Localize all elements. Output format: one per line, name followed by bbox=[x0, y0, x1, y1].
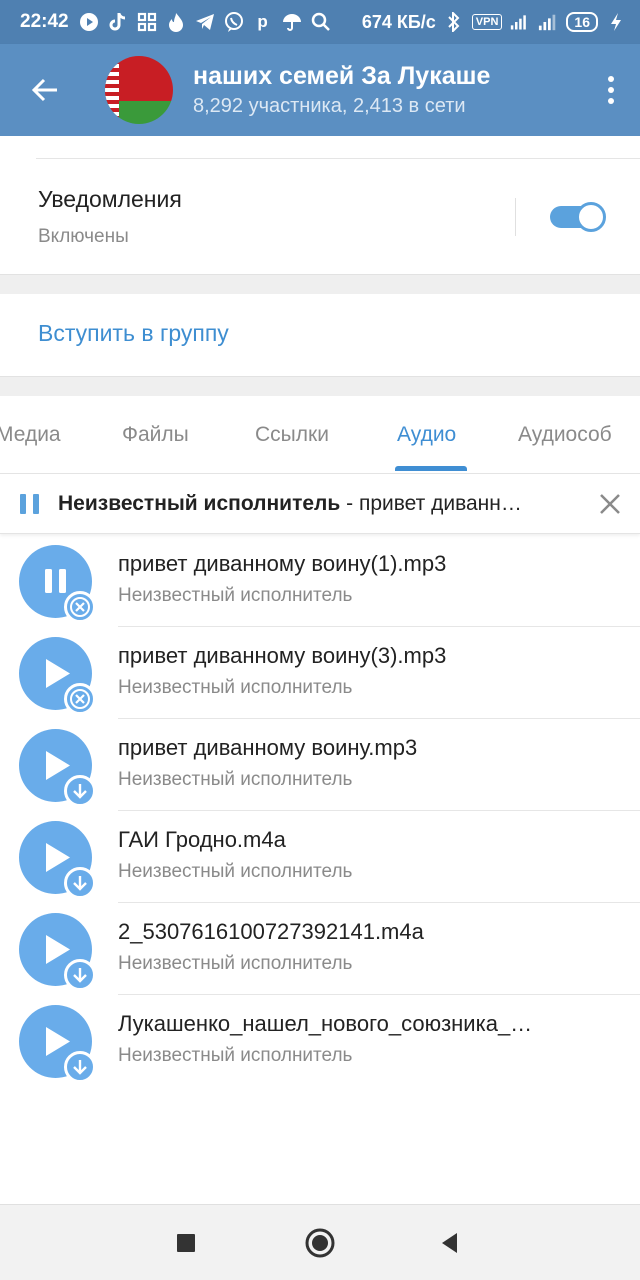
bluetooth-icon bbox=[444, 12, 464, 32]
download-button[interactable] bbox=[64, 775, 96, 807]
chat-subtitle: 8,292 участника, 2,413 в сети bbox=[193, 95, 466, 117]
back-button[interactable] bbox=[0, 44, 90, 136]
p-icon: p bbox=[257, 12, 268, 31]
triangle-back-icon bbox=[442, 1233, 457, 1253]
flag-ornament bbox=[105, 56, 119, 124]
tab-media[interactable]: Медиа bbox=[0, 423, 61, 447]
tiktok-icon bbox=[108, 12, 128, 32]
umbrella-icon bbox=[282, 12, 302, 32]
audio-artist: Неизвестный исполнитель bbox=[118, 585, 353, 606]
audio-list-item[interactable]: привет диванному воину.mp3 Неизвестный ис… bbox=[0, 719, 640, 811]
tab-files[interactable]: Файлы bbox=[122, 423, 189, 447]
audio-list-item[interactable]: привет диванному воину(3).mp3 Неизвестный… bbox=[0, 627, 640, 719]
tab-audiobooks[interactable]: Аудиособ bbox=[518, 423, 612, 447]
tab-links[interactable]: Ссылки bbox=[255, 423, 329, 447]
audio-artist: Неизвестный исполнитель bbox=[118, 769, 353, 790]
audio-artist: Неизвестный исполнитель bbox=[118, 1045, 353, 1066]
circle-icon bbox=[305, 1228, 335, 1258]
status-time: 22:42 bbox=[20, 11, 69, 32]
close-icon bbox=[600, 494, 620, 514]
notifications-title: Уведомления bbox=[38, 186, 182, 212]
battery-indicator: 16 bbox=[566, 12, 598, 32]
audio-title: ГАИ Гродно.m4a bbox=[118, 827, 286, 852]
active-tab-indicator bbox=[395, 466, 467, 471]
cancel-icon bbox=[70, 689, 90, 709]
section-gap bbox=[0, 274, 640, 294]
audio-player-bar[interactable]: Неизвестный исполнитель - привет диванн… bbox=[0, 474, 640, 534]
tab-audio[interactable]: Аудио bbox=[397, 423, 456, 447]
signal-icon bbox=[510, 12, 530, 32]
wifi-icon bbox=[538, 12, 558, 32]
back-nav-button[interactable] bbox=[432, 1225, 468, 1261]
more-dot bbox=[608, 87, 614, 93]
notifications-status: Включены bbox=[38, 226, 129, 247]
player-close-button[interactable] bbox=[596, 490, 624, 518]
charging-icon bbox=[606, 12, 626, 32]
app-bar: наших семей За Лукаше 8,292 участника, 2… bbox=[0, 44, 640, 136]
media-tabs: Медиа Файлы Ссылки Аудио Аудиособ bbox=[0, 396, 640, 474]
download-button[interactable] bbox=[64, 867, 96, 899]
cancel-download-button[interactable] bbox=[64, 591, 96, 623]
telegram-icon bbox=[195, 12, 215, 32]
download-button[interactable] bbox=[64, 1051, 96, 1083]
more-menu-button[interactable] bbox=[582, 44, 640, 136]
arrow-down-icon bbox=[73, 968, 87, 983]
arrow-down-icon bbox=[73, 1060, 87, 1075]
section-gap bbox=[0, 376, 640, 396]
network-speed: 674 КБ/с bbox=[361, 11, 436, 32]
audio-artist: Неизвестный исполнитель bbox=[118, 677, 353, 698]
viber-icon bbox=[224, 12, 244, 32]
join-group-button[interactable]: Вступить в группу bbox=[38, 320, 229, 347]
notifications-toggle[interactable] bbox=[550, 202, 606, 232]
audio-title: привет диванному воину(1).mp3 bbox=[118, 551, 447, 576]
divider bbox=[515, 198, 516, 236]
audio-list-item[interactable]: привет диванному воину(1).mp3 Неизвестный… bbox=[0, 535, 640, 627]
audio-list-item[interactable]: Лукашенко_нашел_нового_союзника_… Неизвес… bbox=[0, 995, 640, 1087]
notifications-row[interactable]: Уведомления Включены bbox=[0, 136, 640, 274]
pause-bar bbox=[33, 494, 39, 514]
audio-list: привет диванному воину(1).mp3 Неизвестный… bbox=[0, 535, 640, 1087]
group-avatar[interactable] bbox=[105, 56, 173, 124]
player-separator: - bbox=[340, 492, 359, 515]
square-icon bbox=[177, 1234, 195, 1252]
audio-title: привет диванному воину(3).mp3 bbox=[118, 643, 447, 668]
arrow-down-icon bbox=[73, 784, 87, 799]
chat-header[interactable]: наших семей За Лукаше 8,292 участника, 2… bbox=[193, 62, 582, 118]
download-button[interactable] bbox=[64, 959, 96, 991]
player-now-playing[interactable]: Неизвестный исполнитель - привет диванн… bbox=[58, 492, 578, 516]
pause-bar bbox=[20, 494, 26, 514]
player-track: привет диванн… bbox=[358, 492, 522, 515]
audio-artist: Неизвестный исполнитель bbox=[118, 953, 353, 974]
youtube-icon bbox=[79, 12, 99, 32]
more-dot bbox=[608, 76, 614, 82]
grid-icon bbox=[137, 12, 157, 32]
divider bbox=[36, 158, 640, 159]
audio-title: привет диванному воину.mp3 bbox=[118, 735, 418, 760]
cancel-icon bbox=[70, 597, 90, 617]
chat-title: наших семей За Лукаше bbox=[193, 62, 491, 90]
audio-title: Лукашенко_нашел_нового_союзника_… bbox=[118, 1011, 533, 1036]
audio-artist: Неизвестный исполнитель bbox=[118, 861, 353, 882]
join-group-row[interactable]: Вступить в группу bbox=[0, 294, 640, 376]
recents-button[interactable] bbox=[168, 1225, 204, 1261]
search-icon bbox=[311, 12, 331, 32]
vpn-badge: VPN bbox=[471, 14, 503, 30]
arrow-left-icon bbox=[31, 78, 57, 102]
system-nav-bar bbox=[0, 1204, 640, 1280]
fire-icon bbox=[166, 12, 186, 32]
audio-list-item[interactable]: 2_5307616100727392141.m4a Неизвестный исп… bbox=[0, 903, 640, 995]
status-bar: 22:42 p 674 КБ/с VPN 16 bbox=[0, 0, 640, 44]
player-artist: Неизвестный исполнитель bbox=[58, 492, 341, 515]
arrow-down-icon bbox=[73, 876, 87, 891]
audio-title: 2_5307616100727392141.m4a bbox=[118, 919, 424, 944]
home-button[interactable] bbox=[302, 1225, 338, 1261]
more-dot bbox=[608, 98, 614, 104]
player-pause-button[interactable] bbox=[20, 494, 40, 514]
toggle-knob bbox=[576, 202, 606, 232]
audio-list-item[interactable]: ГАИ Гродно.m4a Неизвестный исполнитель bbox=[0, 811, 640, 903]
cancel-download-button[interactable] bbox=[64, 683, 96, 715]
